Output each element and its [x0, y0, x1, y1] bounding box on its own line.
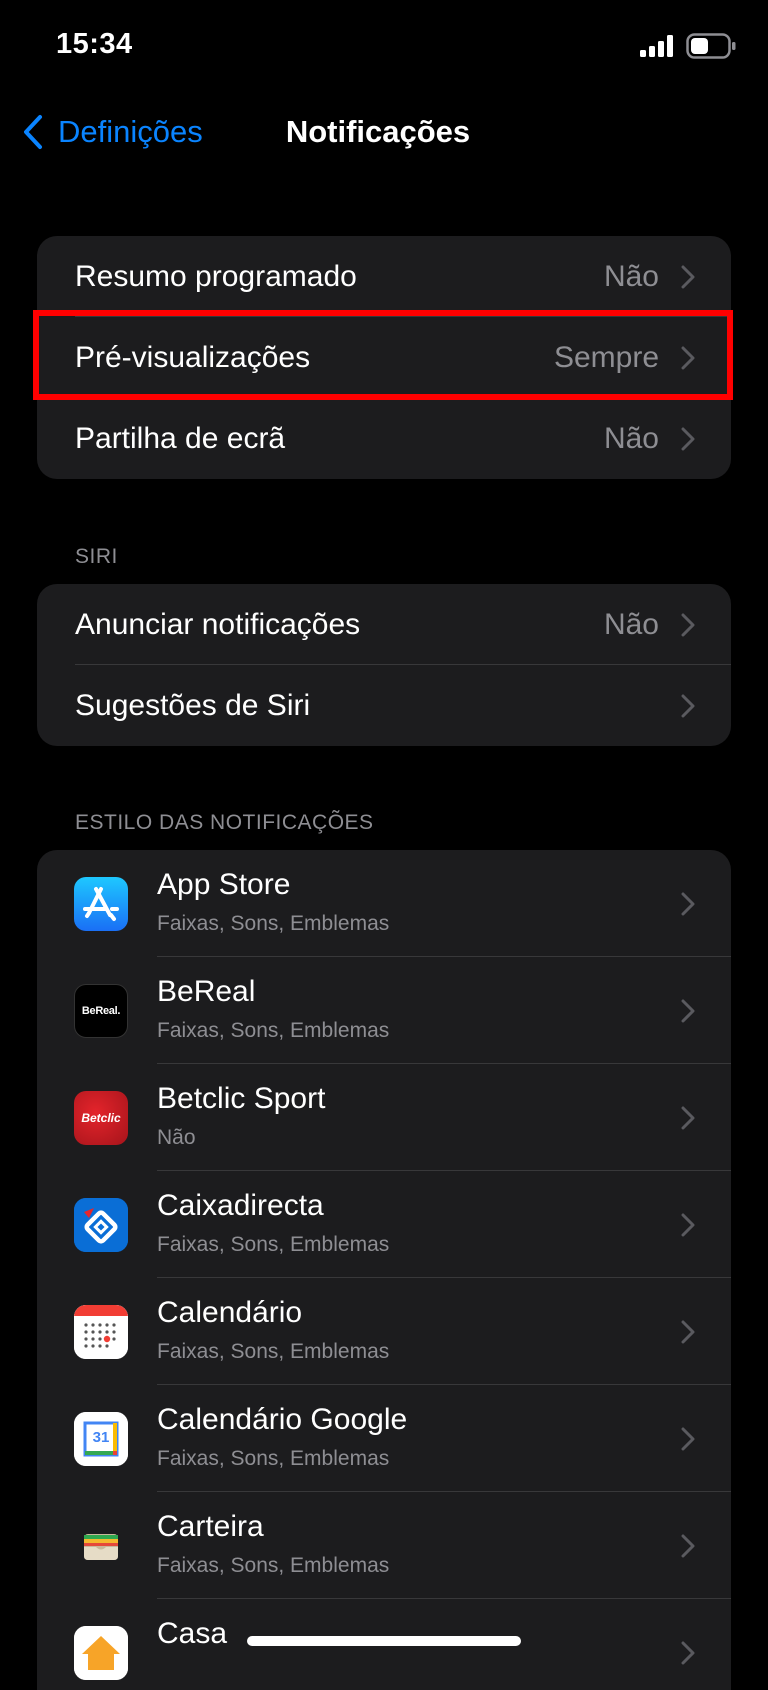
- app-name: BeReal: [157, 975, 256, 1008]
- app-row-wallet[interactable]: Carteira Faixas, Sons, Emblemas: [37, 1492, 731, 1599]
- app-subtitle: Faixas, Sons, Emblemas: [157, 1019, 390, 1042]
- screen-sharing-row[interactable]: Partilha de ecrã Não: [37, 398, 731, 479]
- betclic-icon: Betclic: [74, 1091, 128, 1145]
- row-value: Não: [603, 421, 659, 455]
- apps-list-group: App Store Faixas, Sons, Emblemas BeReal.…: [37, 850, 731, 1690]
- google-calendar-icon: 31: [74, 1412, 128, 1466]
- app-row-calendar[interactable]: Calendário Faixas, Sons, Emblemas: [37, 1278, 731, 1385]
- app-subtitle: Faixas, Sons, Emblemas: [157, 1447, 390, 1470]
- calendar-icon: [74, 1305, 128, 1359]
- chevron-right-icon: [681, 892, 695, 916]
- betclic-icon-text: Betclic: [81, 1111, 121, 1125]
- app-name: Casa: [157, 1617, 228, 1650]
- chevron-right-icon: [681, 427, 695, 450]
- section-header-notification-style: ESTILO DAS NOTIFICAÇÕES: [75, 811, 374, 834]
- row-label: Pré-visualizações: [75, 340, 311, 374]
- previews-row[interactable]: Pré-visualizações Sempre: [37, 317, 731, 398]
- app-store-icon: [74, 877, 128, 931]
- bereal-icon-text: BeReal.: [81, 1005, 121, 1017]
- row-label: Partilha de ecrã: [75, 421, 286, 455]
- chevron-right-icon: [681, 1534, 695, 1558]
- battery-icon: [686, 33, 736, 59]
- app-row-caixadirecta[interactable]: Caixadirecta Faixas, Sons, Emblemas: [37, 1171, 731, 1278]
- row-value: Sempre: [553, 340, 659, 374]
- chevron-right-icon: [681, 1213, 695, 1237]
- app-name: Calendário: [157, 1296, 303, 1329]
- scheduled-summary-row[interactable]: Resumo programado Não: [37, 236, 731, 317]
- chevron-right-icon: [681, 265, 695, 288]
- status-time: 15:34: [56, 28, 133, 60]
- row-label: Anunciar notificações: [75, 607, 361, 641]
- row-value: Não: [603, 259, 659, 293]
- row-label: Resumo programado: [75, 259, 357, 293]
- chevron-right-icon: [681, 1106, 695, 1130]
- announce-notifications-row[interactable]: Anunciar notificações Não: [37, 584, 731, 665]
- navigation-bar: Definições Notificações: [0, 100, 768, 164]
- app-row-betclic-sport[interactable]: Betclic Betclic Sport Não: [37, 1064, 731, 1171]
- bereal-icon: BeReal.: [74, 984, 128, 1038]
- home-indicator: [247, 1636, 521, 1646]
- chevron-right-icon: [681, 1320, 695, 1344]
- status-bar: 15:34: [0, 0, 768, 90]
- wallet-icon: [74, 1519, 128, 1573]
- row-label: Sugestões de Siri: [75, 688, 311, 722]
- app-name: App Store: [157, 868, 291, 901]
- chevron-right-icon: [681, 694, 695, 717]
- google-calendar-icon-text: 31: [92, 1429, 110, 1446]
- page-title-text: Notificações: [285, 114, 471, 149]
- signal-bars-icon: [640, 35, 673, 57]
- app-subtitle: Não: [157, 1126, 196, 1149]
- app-subtitle: Faixas, Sons, Emblemas: [157, 1554, 390, 1577]
- siri-suggestions-row[interactable]: Sugestões de Siri: [37, 665, 731, 746]
- app-subtitle: Faixas, Sons, Emblemas: [157, 912, 390, 935]
- general-settings-group: Resumo programado Não Pré-visualizações …: [37, 236, 731, 479]
- app-subtitle: Faixas, Sons, Emblemas: [157, 1340, 390, 1363]
- app-name: Betclic Sport: [157, 1082, 326, 1115]
- row-value: Não: [603, 607, 659, 641]
- app-row-app-store[interactable]: App Store Faixas, Sons, Emblemas: [37, 850, 731, 957]
- chevron-right-icon: [681, 613, 695, 636]
- caixadirecta-icon: [74, 1198, 128, 1252]
- home-app-icon: [74, 1626, 128, 1680]
- app-name: Calendário Google: [157, 1403, 408, 1436]
- chevron-right-icon: [681, 1641, 695, 1665]
- chevron-right-icon: [681, 1427, 695, 1451]
- app-name: Caixadirecta: [157, 1189, 324, 1222]
- app-subtitle: Faixas, Sons, Emblemas: [157, 1233, 390, 1256]
- app-name: Carteira: [157, 1510, 264, 1543]
- app-row-google-calendar[interactable]: 31 Calendário Google Faixas, Sons, Emble…: [37, 1385, 731, 1492]
- chevron-right-icon: [681, 999, 695, 1023]
- chevron-right-icon: [681, 346, 695, 369]
- section-header-siri: SIRI: [75, 545, 118, 568]
- siri-settings-group: Anunciar notificações Não Sugestões de S…: [37, 584, 731, 746]
- page-title: Notificações: [0, 110, 768, 154]
- app-row-bereal[interactable]: BeReal. BeReal Faixas, Sons, Emblemas: [37, 957, 731, 1064]
